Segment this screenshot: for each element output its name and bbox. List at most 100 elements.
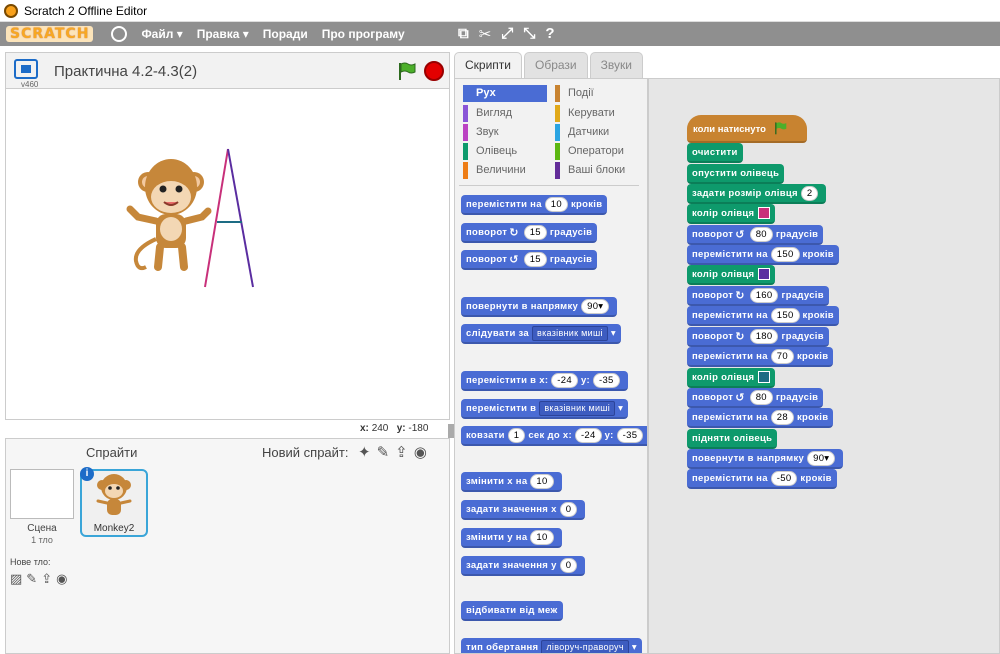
shrink-icon[interactable]: ⤡ — [523, 25, 535, 43]
block-pen-color-1[interactable]: колір олівця — [687, 204, 776, 224]
block-input[interactable]: 2 — [800, 185, 819, 201]
camera-sprite-icon[interactable]: ◉ — [414, 443, 427, 461]
duplicate-icon[interactable]: ⧉ — [458, 25, 469, 43]
block-input[interactable]: -24 — [574, 427, 602, 443]
project-title[interactable]: Практична 4.2-4.3(2) — [54, 63, 197, 80]
block-input[interactable]: 0 — [559, 501, 578, 517]
block-clear[interactable]: очистити — [687, 143, 743, 163]
block-goto-xy[interactable]: перемістити в x: -24 y: -35 — [461, 371, 628, 391]
menu-tips[interactable]: Поради — [263, 27, 308, 41]
stop-icon[interactable] — [424, 61, 444, 81]
block-input[interactable]: -24 — [551, 372, 578, 388]
block-point-direction[interactable]: повернути в напрямку 90▾ — [461, 297, 618, 317]
cut-icon[interactable]: ✂ — [479, 25, 492, 43]
block-bounce[interactable]: відбивати від меж — [461, 601, 563, 621]
block-input[interactable]: 15 — [523, 224, 547, 240]
color-swatch[interactable] — [758, 371, 771, 383]
tab-sounds[interactable]: Звуки — [589, 52, 643, 78]
block-move[interactable]: перемістити на -50 кроків — [687, 469, 837, 489]
color-swatch[interactable] — [758, 268, 771, 280]
category-control[interactable]: Керувати — [555, 105, 639, 122]
tab-scripts[interactable]: Скрипти — [454, 52, 522, 78]
menu-about[interactable]: Про програму — [322, 27, 405, 41]
block-input[interactable]: 28 — [770, 409, 794, 425]
block-input[interactable]: 160 — [749, 287, 779, 303]
block-input[interactable]: 150 — [770, 307, 800, 323]
tab-costumes[interactable]: Образи — [524, 52, 588, 78]
stage-thumbnail[interactable] — [10, 469, 74, 519]
block-input[interactable]: -35 — [593, 372, 620, 388]
block-input[interactable]: -50 — [770, 470, 798, 486]
category-sound[interactable]: Звук — [463, 124, 547, 141]
block-input[interactable]: 80 — [749, 389, 773, 405]
block-pen-color-2[interactable]: колір олівця — [687, 265, 776, 285]
category-sensing[interactable]: Датчики — [555, 124, 639, 141]
block-turn-left[interactable]: поворот ↺ 80 градусів — [687, 225, 824, 245]
category-data[interactable]: Величини — [463, 162, 547, 179]
block-rotation-style[interactable]: тип обертання ліворуч-праворуч ▾ — [461, 638, 642, 653]
block-move[interactable]: перемістити на 10 кроків — [461, 195, 608, 215]
block-input[interactable]: 80 — [749, 226, 773, 242]
block-input[interactable]: -35 — [616, 427, 644, 443]
fullscreen-icon[interactable] — [14, 59, 38, 79]
sprite-library-icon[interactable]: ✦ — [358, 443, 371, 461]
block-input[interactable]: 10 — [530, 473, 554, 489]
category-operators[interactable]: Оператори — [555, 143, 639, 160]
stage-canvas[interactable] — [5, 88, 450, 420]
block-pen-down[interactable]: опустити олівець — [687, 164, 785, 184]
block-input[interactable]: 70 — [770, 348, 794, 364]
scratch-logo[interactable]: SCRATCH — [6, 26, 94, 42]
block-set-x[interactable]: задати значення х0 — [461, 500, 586, 520]
block-turn-left[interactable]: поворот ↺ 15 градусів — [461, 250, 598, 270]
help-icon[interactable]: ? — [545, 25, 554, 43]
block-input[interactable]: 0 — [559, 557, 578, 573]
category-more-blocks[interactable]: Ваші блоки — [555, 162, 639, 179]
color-swatch[interactable] — [758, 207, 771, 219]
info-icon[interactable]: i — [80, 467, 94, 481]
block-input[interactable]: 10 — [530, 529, 554, 545]
backdrop-library-icon[interactable]: ▨ — [10, 571, 22, 587]
block-dropdown[interactable]: ліворуч-праворуч — [541, 639, 629, 653]
category-motion[interactable]: Рух — [463, 85, 547, 102]
block-input[interactable]: 15 — [523, 251, 547, 267]
block-input[interactable]: 1 — [507, 427, 526, 443]
upload-sprite-icon[interactable]: ⇪ — [395, 443, 408, 461]
block-pen-up[interactable]: підняти олівець — [687, 429, 778, 449]
paint-backdrop-icon[interactable]: ✎ — [26, 571, 37, 587]
block-change-y[interactable]: змінити у на 10 — [461, 528, 562, 548]
block-set-pen-size[interactable]: задати розмір олівця 2 — [687, 184, 827, 204]
block-turn-right[interactable]: поворот ↻ 160 градусів — [687, 286, 829, 306]
block-input[interactable]: 150 — [770, 246, 800, 262]
block-input[interactable]: 90▾ — [807, 450, 836, 466]
globe-icon[interactable] — [111, 26, 128, 42]
monkey-sprite[interactable] — [126, 159, 212, 271]
block-pen-color-3[interactable]: колір олівця — [687, 368, 776, 388]
upload-backdrop-icon[interactable]: ⇪ — [41, 571, 52, 587]
block-point-direction[interactable]: повернути в напрямку 90▾ — [687, 449, 844, 469]
grow-icon[interactable]: ⤢ — [501, 25, 513, 43]
camera-backdrop-icon[interactable]: ◉ — [56, 571, 67, 587]
block-glide[interactable]: ковзати 1 сек до x: -24 y: -35 — [461, 426, 647, 446]
block-when-flag-clicked[interactable]: коли натиснуто — [687, 115, 807, 143]
category-pen[interactable]: Олівець — [463, 143, 547, 160]
block-move[interactable]: перемістити на 28 кроків — [687, 408, 834, 428]
block-move[interactable]: перемістити на 150 кроків — [687, 306, 839, 326]
paint-sprite-icon[interactable]: ✎ — [377, 443, 390, 461]
block-turn-right[interactable]: поворот ↻ 15 градусів — [461, 223, 598, 243]
block-change-x[interactable]: змінити х на 10 — [461, 472, 562, 492]
menu-edit[interactable]: Правка ▾ — [197, 27, 249, 41]
menu-file[interactable]: Файл ▾ — [141, 27, 182, 41]
script-area[interactable]: коли натиснуто очистити опустити олівець… — [648, 78, 1000, 654]
block-turn-left[interactable]: поворот ↺ 80 градусів — [687, 388, 824, 408]
block-follow[interactable]: слідувати за вказівник миші ▾ — [461, 324, 621, 344]
block-set-y[interactable]: задати значення у0 — [461, 556, 586, 576]
category-looks[interactable]: Вигляд — [463, 105, 547, 122]
block-dropdown[interactable]: вказівник миші — [532, 325, 608, 341]
block-dropdown[interactable]: вказівник миші — [539, 400, 616, 416]
green-flag-icon[interactable] — [396, 61, 416, 81]
block-input[interactable]: 180 — [749, 328, 779, 344]
block-goto[interactable]: перемістити в вказівник миші ▾ — [461, 399, 629, 419]
block-turn-right[interactable]: поворот ↻ 180 градусів — [687, 327, 829, 347]
block-move[interactable]: перемістити на 70 кроків — [687, 347, 834, 367]
category-events[interactable]: Події — [555, 85, 639, 102]
